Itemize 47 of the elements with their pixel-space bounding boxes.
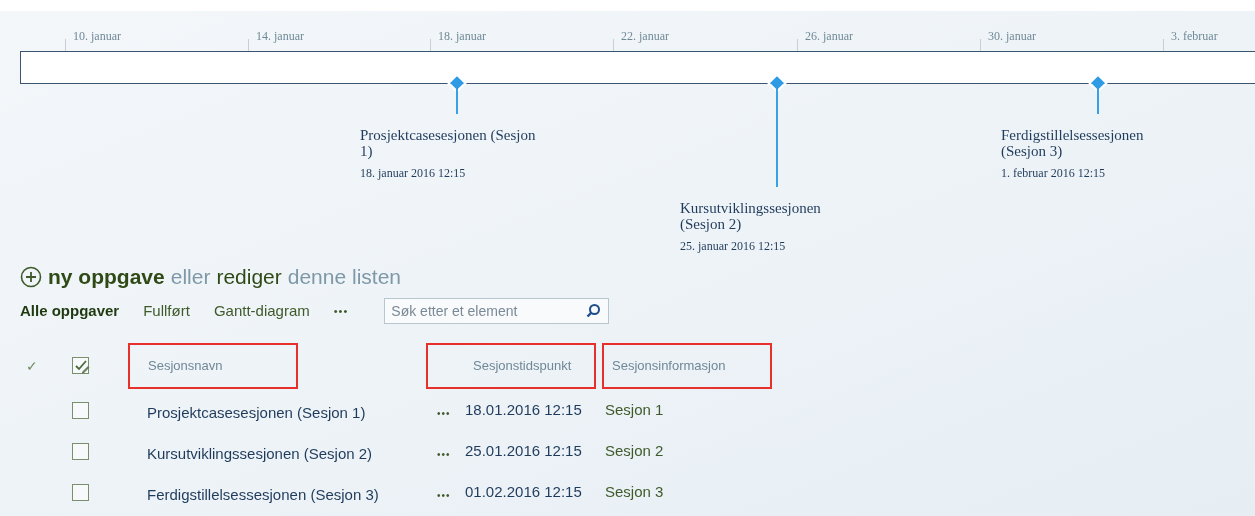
task-name-link[interactable]: Prosjektcasesesjonen (Sesjon 1) (147, 402, 437, 425)
table-cell-text: 25.01.2016 12:15 (465, 441, 583, 462)
add-icon[interactable] (20, 266, 42, 288)
date-tick-label: 26. januar (805, 28, 853, 45)
leader-line (456, 89, 458, 114)
view-tab[interactable]: Gantt-diagram (213, 299, 310, 323)
row-checkbox[interactable] (72, 401, 90, 420)
task-name-link[interactable]: Kursutviklingssesjonen (Sesjon 2) (147, 443, 437, 466)
milestone-marker[interactable] (449, 75, 465, 91)
table-cell-text: 18.01.2016 12:15 (465, 400, 583, 421)
table-cell-text: Sesjon 1 (605, 400, 664, 421)
table-cell-text: Sesjon 3 (605, 482, 664, 503)
table-cell-text: Sesjon 2 (605, 441, 664, 462)
item-menu-button[interactable]: ••• (437, 406, 465, 421)
view-tab[interactable]: Alle oppgaver (20, 299, 120, 323)
item-menu-button[interactable]: ••• (437, 447, 465, 462)
date-tick-label: 3. februar (1171, 28, 1218, 45)
select-all-checkbox[interactable] (72, 357, 90, 375)
search-field[interactable]: Søk etter et element (384, 298, 610, 324)
or-text: eller (170, 264, 211, 291)
date-tick-label: 10. januar (73, 28, 121, 45)
check-mark: ✓ (25, 356, 39, 376)
search-icon[interactable] (585, 303, 602, 319)
more-views-button[interactable]: ••• (333, 302, 349, 320)
milestone-marker[interactable] (1090, 75, 1106, 91)
edit-link[interactable]: rediger (216, 261, 282, 293)
milestone-date: 18. januar 2016 12:15 (360, 165, 466, 182)
date-tick-label: 18. januar (438, 28, 486, 45)
date-tick-label: 30. januar (988, 28, 1036, 45)
date-tick-label: 22. januar (621, 28, 669, 45)
milestone-title: Ferdigstillelsessesjonen (Sesjon 3) (1001, 127, 1145, 159)
milestone-title: Kursutviklingssesjonen (Sesjon 2) (680, 200, 822, 232)
item-menu-button[interactable]: ••• (437, 488, 465, 503)
date-tick-label: 14. januar (256, 28, 304, 45)
task-name-link[interactable]: Ferdigstillelsessesjonen (Sesjon 3) (147, 484, 437, 507)
leader-line (1097, 89, 1099, 114)
view-tab[interactable]: Fullført (143, 299, 190, 323)
row-checkbox[interactable] (72, 442, 90, 461)
milestone-marker[interactable] (769, 75, 785, 91)
new-task-link[interactable]: ny oppgave (48, 261, 165, 293)
row-checkbox[interactable] (72, 483, 90, 502)
milestone-title: Prosjektcasesesjonen (Sesjon 1) (360, 127, 537, 159)
table-cell-text: 01.02.2016 12:15 (465, 482, 583, 503)
milestone-date: 25. januar 2016 12:15 (680, 238, 786, 255)
column-header[interactable]: Sesjonsnavn (128, 343, 298, 389)
milestone-date: 1. februar 2016 12:15 (1001, 165, 1105, 182)
list-text: denne listen (287, 264, 402, 291)
